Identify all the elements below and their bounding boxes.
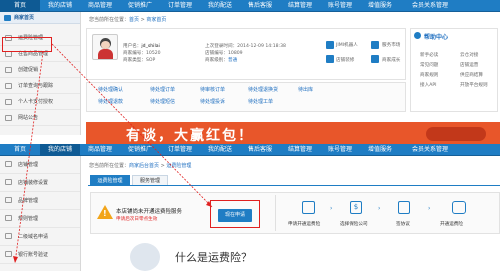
annotation-arrow-line [51,43,213,208]
annotation-arrow-line [14,51,44,264]
annotation-arrows [13,43,213,264]
annotation-arrow-head [13,256,18,263]
